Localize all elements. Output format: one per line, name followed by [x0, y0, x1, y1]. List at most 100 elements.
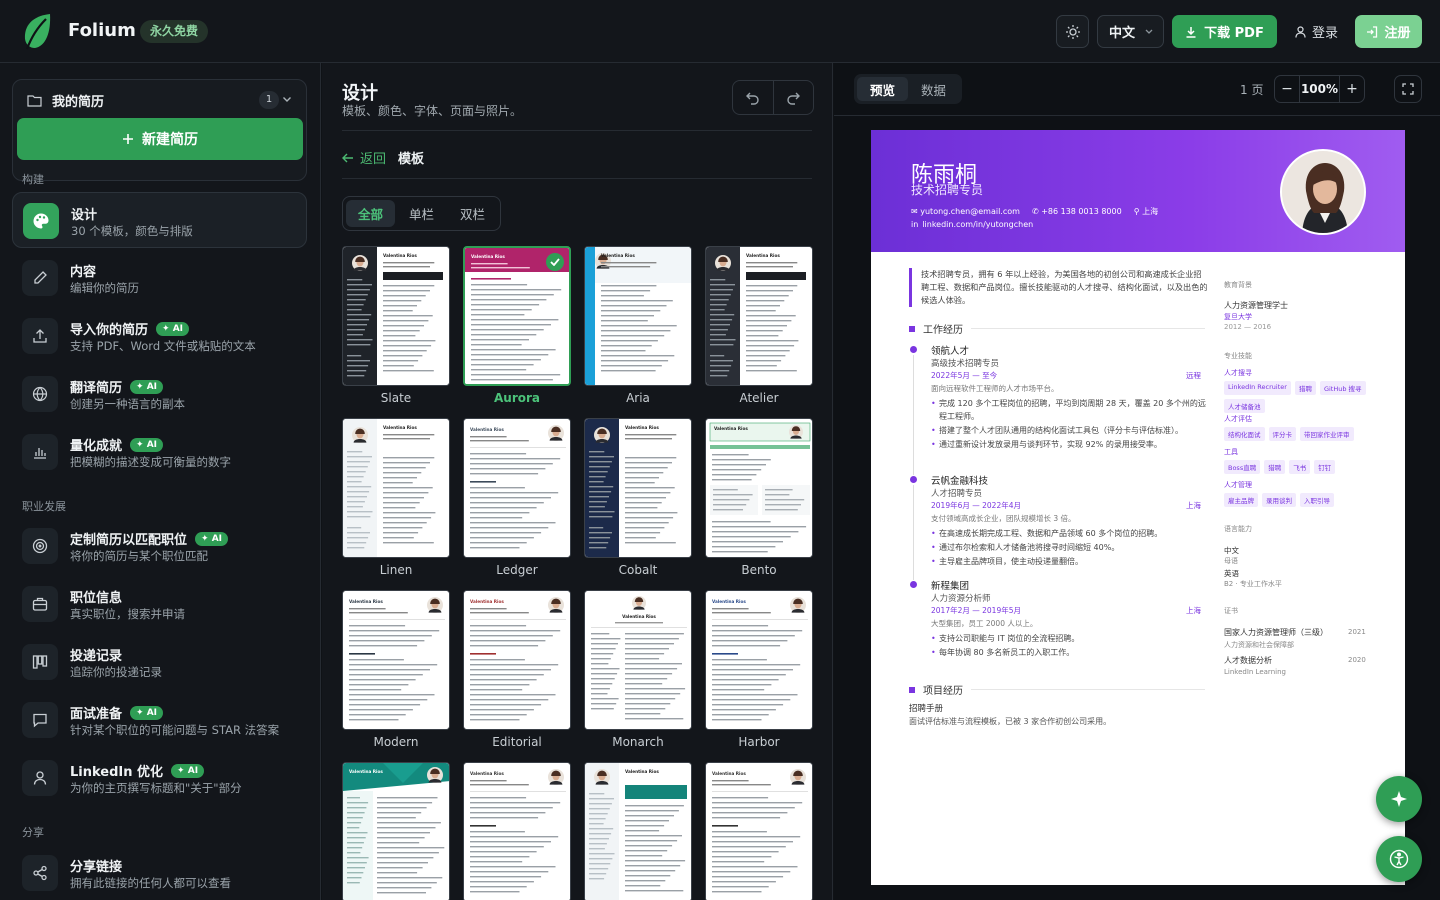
- template-name: Slate: [380, 391, 412, 405]
- sign-in-icon: [1367, 25, 1378, 38]
- template-card[interactable]: Valentina Rios Monarch: [584, 590, 692, 749]
- accessibility-button[interactable]: [1376, 836, 1422, 882]
- sidebar-item-content[interactable]: 内容 编辑你的简历: [12, 250, 307, 306]
- breadcrumb-current: 模板: [398, 152, 425, 167]
- job-bullet: 通过布尔检索和人才储备池将搜寻时间缩短 40%。: [931, 541, 1207, 554]
- filter-all[interactable]: 全部: [346, 200, 395, 227]
- template-card[interactable]: Valentina Rios Aurora: [463, 246, 571, 405]
- globe-icon: [32, 386, 48, 402]
- skill-tag: 录用谈判: [1262, 493, 1296, 507]
- download-pdf-button[interactable]: 下载 PDF: [1172, 15, 1277, 48]
- template-thumbnail[interactable]: Valentina Rios: [705, 762, 813, 900]
- design-panel: 设计 模板、颜色、字体、页面与照片。 返回 模板 全部 单栏 双栏 Valent…: [322, 63, 833, 900]
- resume-location: 上海: [1142, 207, 1159, 216]
- sidebar-item-linkedin[interactable]: LinkedIn 优化 ✦ AI 为你的主页撰写标题和"关于"部分: [12, 750, 307, 806]
- skill-tag: 结构化面试: [1224, 427, 1265, 441]
- resume-email: yutong.chen@email.com: [920, 207, 1020, 216]
- folium-logo-icon[interactable]: [22, 12, 52, 50]
- template-card[interactable]: Valentina Rios: [463, 762, 571, 900]
- template-name: Bento: [741, 563, 777, 577]
- template-card[interactable]: Valentina Rios Modern: [342, 590, 450, 749]
- brand-name[interactable]: Folium: [68, 20, 136, 41]
- sidebar-item-interview[interactable]: 面试准备 ✦ AI 针对某个职位的可能问题与 STAR 法答案: [12, 692, 307, 748]
- divider: [342, 178, 812, 179]
- my-resumes-toggle[interactable]: 我的简历: [27, 91, 104, 110]
- template-card[interactable]: Valentina Rios Linen: [342, 418, 450, 577]
- svg-text:Valentina Rios: Valentina Rios: [601, 253, 635, 258]
- sidebar-item-share[interactable]: 分享链接 拥有此链接的任何人都可以查看: [12, 845, 307, 900]
- fullscreen-button[interactable]: [1394, 75, 1422, 103]
- sidebar-item-sub: 把模糊的描述变成可衡量的数字: [70, 455, 231, 469]
- sidebar-item-title: 设计: [71, 208, 98, 223]
- template-card[interactable]: Valentina Rios Aria: [584, 246, 692, 405]
- template-thumbnail[interactable]: Valentina Rios: [342, 246, 450, 386]
- back-button[interactable]: 返回: [342, 148, 386, 167]
- filter-two-column[interactable]: 双栏: [448, 200, 497, 227]
- page-count: 1 页: [1240, 83, 1264, 97]
- sidebar-item-title: 导入你的简历: [70, 323, 149, 338]
- undo-button[interactable]: [733, 81, 774, 114]
- sidebar-item-applications[interactable]: 投递记录 追踪你的投递记录: [12, 634, 307, 690]
- bar-chart-icon: [34, 448, 46, 459]
- template-name: Ledger: [496, 563, 538, 577]
- svg-text:Valentina Rios: Valentina Rios: [714, 426, 748, 431]
- template-thumbnail[interactable]: Valentina Rios: [342, 418, 450, 558]
- ai-badge: ✦ AI: [171, 763, 205, 778]
- template-thumbnail[interactable]: Valentina Rios: [584, 590, 692, 730]
- template-thumbnail[interactable]: Valentina Rios: [463, 590, 571, 730]
- template-thumbnail[interactable]: Valentina Rios: [342, 590, 450, 730]
- template-thumbnail[interactable]: Valentina Rios: [584, 762, 692, 900]
- tab-data[interactable]: 数据: [908, 77, 959, 101]
- template-card[interactable]: Valentina Rios: [584, 762, 692, 900]
- register-button[interactable]: 注册: [1355, 15, 1422, 48]
- template-thumbnail[interactable]: Valentina Rios: [705, 246, 813, 386]
- template-card[interactable]: Valentina Rios Editorial: [463, 590, 571, 749]
- sidebar-item-quantify[interactable]: 量化成就 ✦ AI 把模糊的描述变成可衡量的数字: [12, 424, 307, 480]
- resume-summary: 技术招聘专员，拥有 6 年以上经验，为美国各地的初创公司和高速成长企业招聘工程、…: [909, 268, 1209, 307]
- template-card[interactable]: Valentina Rios: [705, 762, 813, 900]
- sidebar-item-design[interactable]: 设计 30 个模板，颜色与排版: [12, 192, 307, 248]
- sidebar-item-jobs[interactable]: 职位信息 真实职位，搜索并申请: [12, 576, 307, 632]
- sidebar-item-translate[interactable]: 翻译简历 ✦ AI 创建另一种语言的副本: [12, 366, 307, 422]
- zoom-in-button[interactable]: +: [1340, 76, 1364, 102]
- skill-tag: 带回家作业评审: [1300, 427, 1354, 441]
- template-card[interactable]: Valentina Rios Ledger: [463, 418, 571, 577]
- side-label-education: 教育背景: [1224, 281, 1252, 289]
- sidebar-item-tailor[interactable]: 定制简历以匹配职位 ✦ AI 将你的简历与某个职位匹配: [12, 518, 307, 574]
- filter-single-column[interactable]: 单栏: [397, 200, 446, 227]
- redo-button[interactable]: [774, 81, 814, 114]
- new-resume-button[interactable]: 新建简历: [17, 118, 303, 160]
- language-select[interactable]: 中文: [1097, 15, 1164, 48]
- login-button[interactable]: 登录: [1295, 15, 1338, 48]
- template-thumbnail[interactable]: Valentina Rios: [705, 590, 813, 730]
- zoom-control: − 100% +: [1274, 75, 1365, 103]
- sidebar-item-import[interactable]: 导入你的简历 ✦ AI 支持 PDF、Word 文件或粘贴的文本: [12, 308, 307, 364]
- template-thumbnail[interactable]: Valentina Rios: [463, 246, 571, 386]
- skill-tag: LinkedIn Recruiter: [1224, 381, 1291, 395]
- theme-toggle-button[interactable]: [1056, 15, 1089, 48]
- template-thumbnail[interactable]: Valentina Rios: [705, 418, 813, 558]
- tab-preview[interactable]: 预览: [857, 77, 908, 101]
- education-school: 复旦大学: [1224, 313, 1252, 321]
- template-card[interactable]: Valentina Rios Harbor: [705, 590, 813, 749]
- template-name: Aria: [626, 391, 650, 405]
- ai-assist-button[interactable]: [1376, 776, 1422, 822]
- ai-badge: ✦ AI: [130, 437, 164, 452]
- job-entry: 新程集团 人力资源分析师 2017年2月 — 2019年5月 上海 大型集团，员…: [909, 578, 1205, 668]
- template-thumbnail[interactable]: Valentina Rios: [342, 762, 450, 900]
- template-thumbnail[interactable]: Valentina Rios: [463, 762, 571, 900]
- zoom-out-button[interactable]: −: [1275, 76, 1299, 102]
- template-card[interactable]: Valentina Rios Cobalt: [584, 418, 692, 577]
- chevron-down-icon[interactable]: [281, 93, 293, 105]
- template-card[interactable]: Valentina Rios Bento: [705, 418, 813, 577]
- template-card[interactable]: Valentina Rios Atelier: [705, 246, 813, 405]
- template-thumbnail[interactable]: Valentina Rios: [584, 418, 692, 558]
- side-label-skills: 专业技能: [1224, 352, 1252, 360]
- job-entry: 云帆金融科技 人才招聘专员 2019年6月 — 2022年4月 上海 支付领域高…: [909, 473, 1207, 580]
- skill-tags: Boss直聘 猎聘 飞书 钉钉: [1224, 460, 1374, 474]
- template-card[interactable]: Valentina Rios: [342, 762, 450, 900]
- template-thumbnail[interactable]: Valentina Rios: [463, 418, 571, 558]
- template-card[interactable]: Valentina Rios Slate: [342, 246, 450, 405]
- template-thumbnail[interactable]: Valentina Rios: [584, 246, 692, 386]
- undo-icon: [746, 92, 759, 105]
